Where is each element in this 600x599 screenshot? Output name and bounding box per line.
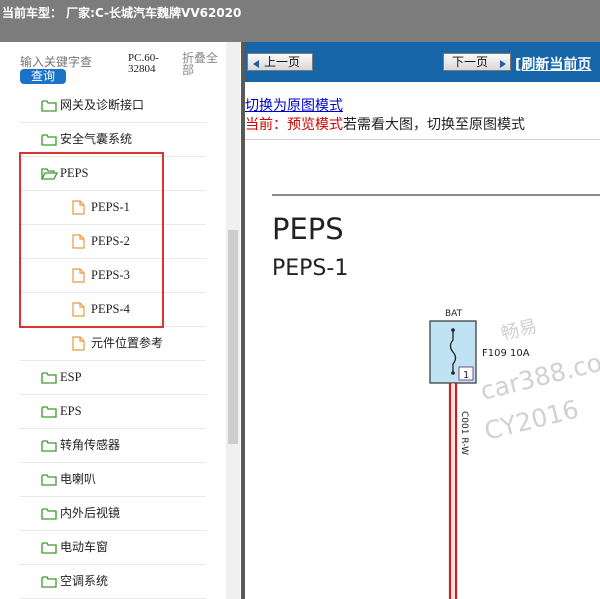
folder-icon — [41, 98, 57, 117]
current-mode-hint: 若需看大图，切换至原图模式 — [343, 118, 525, 133]
file-icon — [72, 336, 85, 355]
search-input[interactable] — [20, 55, 122, 69]
tree-scrollbar[interactable] — [226, 42, 240, 599]
watermark: 畅易 car388.cor CY2016 — [477, 316, 600, 446]
next-page-label: 下一页 — [452, 55, 489, 69]
tree-item-label: 转角传感器 — [60, 438, 121, 452]
folder-icon — [41, 404, 57, 423]
arrow-left-icon — [251, 57, 261, 73]
tree-item-label: 安全气囊系统 — [60, 132, 133, 146]
fuse-terminal — [451, 328, 455, 332]
bat-label: BAT — [445, 309, 463, 319]
switch-original-mode-link[interactable]: 切换为原图模式 — [245, 95, 343, 115]
folder-icon — [41, 472, 57, 491]
tree-item-label: 网关及诊断接口 — [60, 98, 145, 112]
tree-item[interactable]: 电动车窗 — [20, 531, 206, 565]
next-page-button[interactable]: 下一页 — [443, 53, 511, 71]
nav-bar: 上一页 下一页 [刷新当前页 — [245, 42, 600, 82]
prev-page-button[interactable]: 上一页 — [247, 53, 313, 71]
tree-item-label: 电喇叭 — [60, 472, 97, 486]
arrow-right-icon — [498, 57, 508, 73]
diagram-subheading: PEPS-1 — [272, 256, 348, 281]
model-code: PC.60-32804 — [128, 52, 159, 75]
folder-icon — [41, 574, 57, 593]
right-pane: 上一页 下一页 [刷新当前页 切换为原图模式 当前：预览模式若需看大图，切换至原… — [245, 42, 600, 599]
tree-item-label: ESP — [60, 370, 82, 384]
tree-item[interactable]: 转角传感器 — [20, 429, 206, 463]
scrollbar-thumb[interactable] — [228, 230, 238, 444]
preview-status: 当前：预览模式若需看大图，切换至原图模式 — [245, 114, 525, 134]
fuse-label: F109 10A — [482, 348, 530, 359]
collapse-all-link[interactable]: 折叠全部 — [182, 52, 228, 76]
folder-icon — [41, 370, 57, 389]
current-mode-label: 当前：预览模式 — [245, 118, 343, 133]
folder-icon — [41, 506, 57, 525]
tree-item-component-location[interactable]: 元件位置参考 — [20, 327, 206, 361]
watermark-line: 畅易 — [499, 316, 539, 345]
window-title: 当前车型： 厂家:C-长城汽车魏牌VV62020 — [2, 6, 242, 20]
wiring-diagram: PEPS PEPS-1 BAT 1 F109 10A C001 R-W 畅易 c… — [272, 194, 600, 599]
fuse-terminal — [451, 371, 455, 375]
tree-item[interactable]: 网关及诊断接口 — [20, 89, 206, 123]
highlight-annotation-box — [19, 152, 164, 328]
prev-page-label: 上一页 — [264, 55, 301, 69]
tree-item-eps[interactable]: EPS — [20, 395, 206, 429]
folder-icon — [41, 438, 57, 457]
tree-item-label: 电动车窗 — [60, 540, 109, 554]
diagram-heading: PEPS — [272, 212, 344, 246]
wire-label: C001 R-W — [459, 411, 469, 455]
tree-item[interactable]: 空调系统 — [20, 565, 206, 599]
tree-item-esp[interactable]: ESP — [20, 361, 206, 395]
folder-icon — [41, 540, 57, 559]
folder-icon — [41, 132, 57, 151]
title-bar: 当前车型： 厂家:C-长城汽车魏牌VV62020 — [0, 0, 600, 42]
refresh-page-link[interactable]: [刷新当前页 — [515, 54, 591, 74]
tree-item-label: 元件位置参考 — [91, 336, 164, 350]
search-button[interactable]: 查询 — [20, 69, 66, 84]
tree-item-label: 内外后视镜 — [60, 506, 121, 520]
tree-item[interactable]: 电喇叭 — [20, 463, 206, 497]
tree-item[interactable]: 内外后视镜 — [20, 497, 206, 531]
tree-item-label: 空调系统 — [60, 574, 109, 588]
pin-number: 1 — [463, 370, 469, 381]
tree-item-label: EPS — [60, 404, 82, 418]
